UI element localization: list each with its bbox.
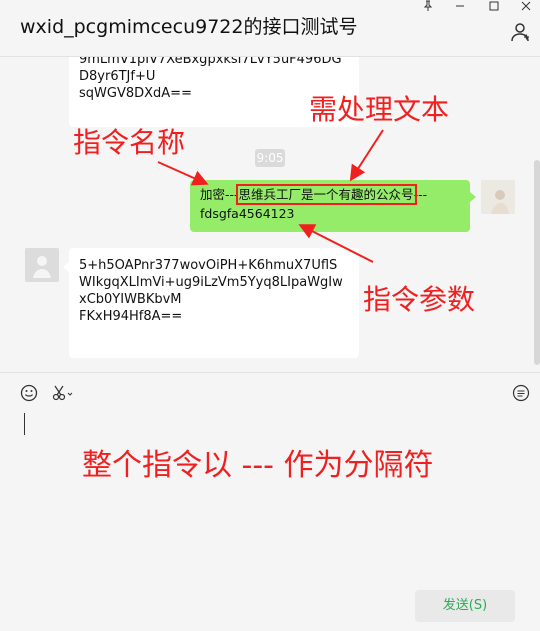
smiley-icon[interactable] bbox=[20, 384, 38, 406]
input-divider bbox=[0, 372, 540, 373]
message-bubble-right[interactable]: 加密---思维兵工厂是一个有趣的公众号--- fdsgfa4564123 bbox=[190, 180, 476, 232]
command-param-text: fdsgfa4564123 bbox=[200, 206, 295, 221]
message-line: WIkgqXLImVi+ug9iLzVm5Yyq8LIpaWgIw bbox=[79, 275, 343, 290]
message-line: xCb0YIWBKbvM bbox=[79, 292, 182, 307]
title-bar: wxid_pcgmimcecu9722的接口测试号 bbox=[0, 0, 540, 57]
scissors-icon[interactable] bbox=[52, 384, 74, 406]
send-button[interactable]: 发送(S) bbox=[415, 590, 515, 622]
message-line-1: 加密---思维兵工厂是一个有趣的公众号--- bbox=[200, 184, 460, 205]
message-line: 9mLmV1pIV7XeBxgpxksI7LvY5uF496DG bbox=[79, 57, 342, 67]
close-icon[interactable] bbox=[514, 0, 538, 14]
message-line: 5+h5OAPnr377wovOiPH+K6hmuX7UflS bbox=[79, 258, 338, 273]
person-icon[interactable] bbox=[510, 22, 530, 46]
message-input[interactable] bbox=[0, 405, 540, 585]
avatar-contact[interactable] bbox=[25, 248, 59, 282]
annotation-separator-note: 整个指令以 --- 作为分隔符 bbox=[82, 448, 434, 483]
annotation-command-name: 指令名称 bbox=[73, 126, 186, 159]
separator-text: --- bbox=[413, 187, 428, 202]
message-line: FKxH94Hf8A== bbox=[79, 309, 183, 324]
annotation-command-param: 指令参数 bbox=[363, 283, 476, 316]
highlighted-text: 思维兵工厂是一个有趣的公众号 bbox=[235, 184, 417, 205]
annotation-process-text: 需处理文本 bbox=[309, 93, 450, 126]
timestamp: 9:05 bbox=[255, 149, 285, 167]
minimize-icon[interactable] bbox=[448, 0, 472, 14]
chat-title: wxid_pcgmimcecu9722的接口测试号 bbox=[20, 16, 358, 38]
chat-message-area[interactable]: 9mLmV1pIV7XeBxgpxksI7LvY5uF496DG D8yr6TJ… bbox=[0, 57, 540, 372]
chat-scrollbar[interactable] bbox=[534, 160, 540, 365]
text-caret bbox=[24, 413, 25, 435]
command-name-text: 加密--- bbox=[200, 187, 239, 202]
message-bubble-left[interactable]: 5+h5OAPnr377wovOiPH+K6hmuX7UflS WIkgqXLI… bbox=[63, 248, 359, 358]
maximize-icon[interactable] bbox=[482, 0, 506, 14]
pin-icon[interactable] bbox=[416, 0, 440, 14]
avatar-self[interactable] bbox=[481, 180, 515, 214]
chat-history-icon[interactable] bbox=[512, 384, 530, 406]
message-line: D8yr6TJf+U bbox=[79, 69, 156, 84]
